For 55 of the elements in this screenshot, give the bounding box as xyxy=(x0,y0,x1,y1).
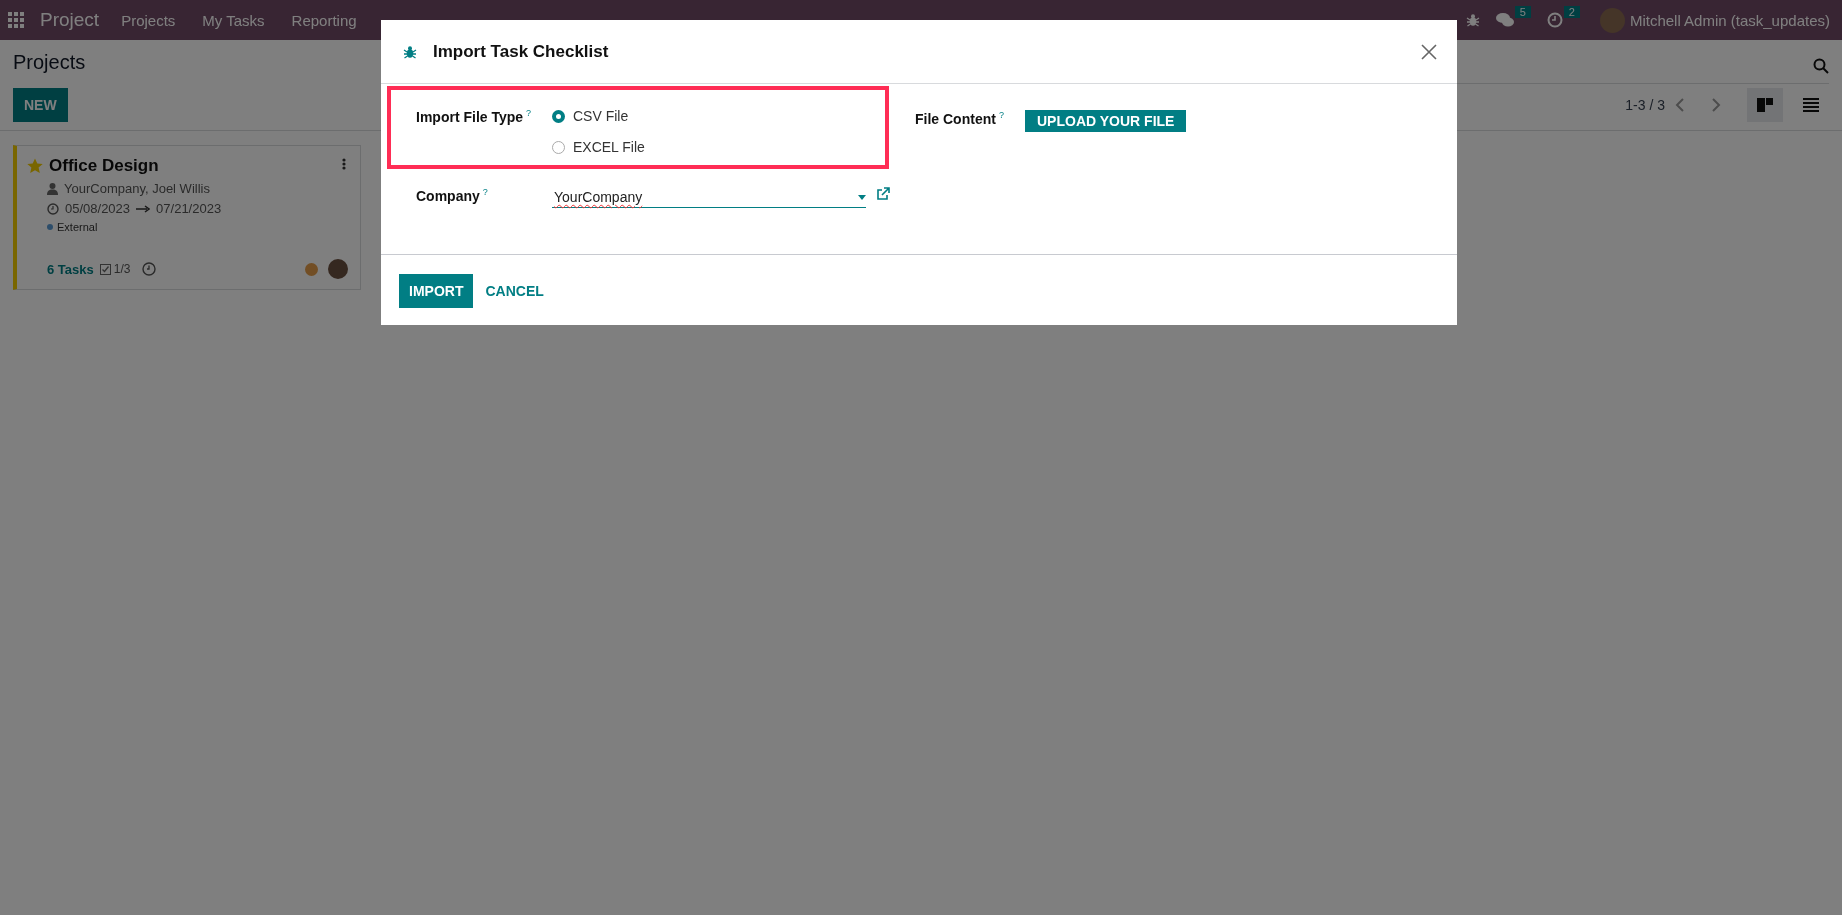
caret-icon xyxy=(858,194,866,200)
end-date: 07/21/2023 xyxy=(156,201,222,216)
apps-menu-icon[interactable] xyxy=(8,12,24,28)
arrow-right-icon xyxy=(136,204,151,213)
chat-icon[interactable] xyxy=(1495,12,1514,28)
user-name[interactable]: Mitchell Admin (task_updates) xyxy=(1629,11,1830,29)
tasks-link[interactable]: 6 Tasks xyxy=(47,261,94,277)
new-button[interactable]: NEW xyxy=(13,88,68,122)
menu-item[interactable]: Reporting xyxy=(291,11,357,29)
field-label: Company $^{?}$ xyxy=(416,187,489,204)
pager-value[interactable]: 1-3 / 3 xyxy=(1625,97,1665,113)
radio-button[interactable] xyxy=(552,140,565,154)
checkbox-icon xyxy=(99,263,111,275)
field-label: File Content $^{?}$ xyxy=(915,110,1005,127)
status-dot[interactable] xyxy=(305,262,318,276)
star-icon[interactable] xyxy=(27,158,43,174)
start-date: 05/08/2023 xyxy=(65,201,131,216)
list-icon xyxy=(1803,98,1819,112)
tag-label: External xyxy=(57,221,98,233)
menu-item[interactable]: Projects xyxy=(121,11,176,29)
dialog-title: Import Task Checklist xyxy=(433,41,610,62)
kanban-view-button[interactable] xyxy=(1747,88,1783,122)
close-button[interactable] xyxy=(1421,43,1437,60)
card-title[interactable]: Office Design xyxy=(49,156,159,176)
chevron-right-icon[interactable] xyxy=(1711,98,1721,112)
import-button[interactable]: IMPORT xyxy=(399,274,474,308)
kebab-menu-icon[interactable] xyxy=(342,158,346,170)
tag-dot xyxy=(47,224,53,230)
person-icon xyxy=(47,182,58,195)
field-label: Import File Type $^{?}$ xyxy=(416,108,533,127)
help-tooltip-icon[interactable]: ? xyxy=(482,187,488,197)
search-icon[interactable] xyxy=(1813,57,1829,74)
help-tooltip-icon[interactable]: ? xyxy=(998,110,1004,120)
checklist-count: 1/3 xyxy=(113,262,131,276)
message-count: 5 xyxy=(1514,6,1531,18)
upload-button[interactable]: UPLOAD YOUR FILE xyxy=(1025,110,1187,132)
company-select[interactable]: YourCompany xyxy=(552,187,866,208)
external-link-icon[interactable] xyxy=(876,187,890,201)
menu-item[interactable]: My Tasks xyxy=(202,11,265,29)
radio-label[interactable]: EXCEL File xyxy=(573,139,645,155)
avatar[interactable] xyxy=(328,259,348,279)
chevron-left-icon[interactable] xyxy=(1675,98,1685,112)
radio-label[interactable]: CSV File xyxy=(573,108,629,124)
app-name[interactable]: Project xyxy=(40,9,100,31)
help-tooltip-icon[interactable]: ? xyxy=(526,108,532,118)
customer-name: YourCompany, Joel Willis xyxy=(64,181,210,196)
radio-button[interactable] xyxy=(552,109,565,123)
breadcrumb-title: Projects xyxy=(13,50,86,74)
clock-icon xyxy=(47,202,59,215)
activity-count: 2 xyxy=(1563,6,1580,18)
kanban-icon xyxy=(1757,98,1773,112)
cancel-button[interactable]: CANCEL xyxy=(475,274,554,308)
bug-icon xyxy=(403,44,417,59)
clock-icon[interactable] xyxy=(142,262,157,276)
bug-icon[interactable] xyxy=(1465,13,1480,27)
